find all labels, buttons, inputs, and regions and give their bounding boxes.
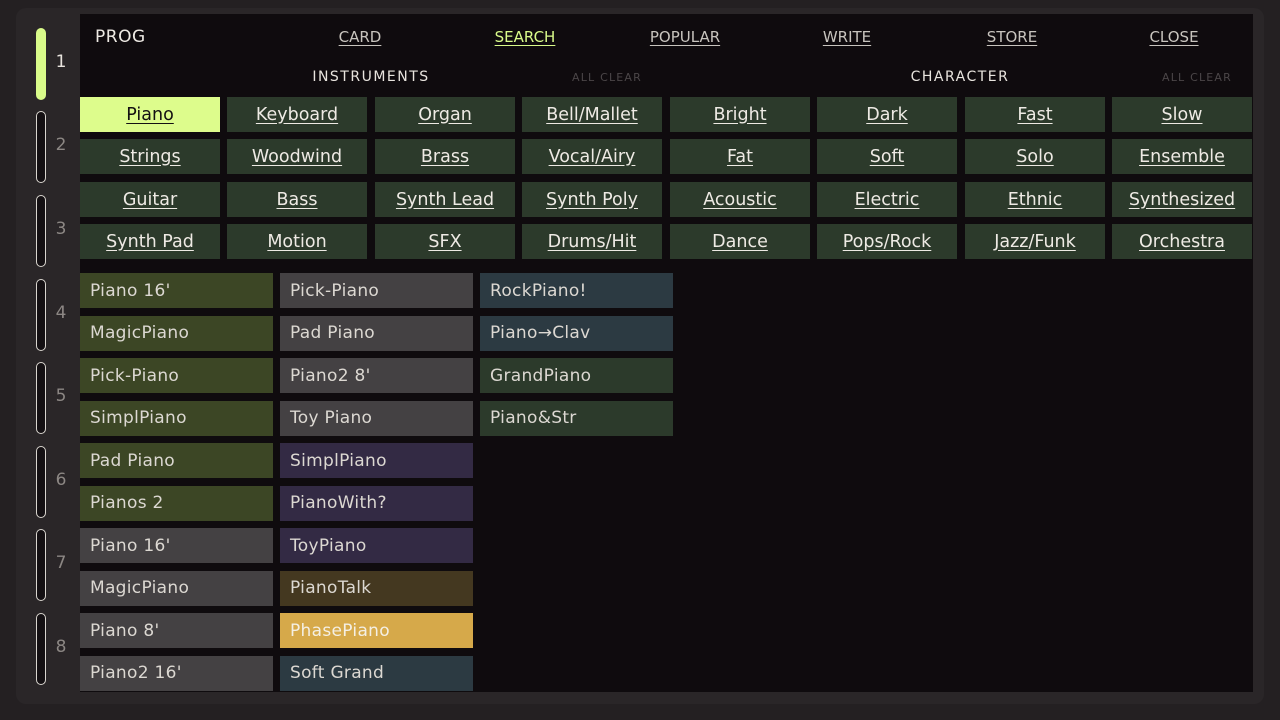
program-result-item[interactable]: Pad Piano [280, 315, 473, 351]
instrument-strings-button[interactable]: Strings [80, 139, 220, 174]
instrument-keyboard-button[interactable]: Keyboard [227, 97, 367, 132]
program-result-item[interactable]: Pad Piano [80, 443, 273, 478]
program-result-item[interactable]: Pianos 2 [80, 485, 273, 521]
program-result-item[interactable]: Piano 16' [80, 273, 273, 308]
part-7-button[interactable] [36, 529, 46, 601]
character-bright-button[interactable]: Bright [670, 97, 810, 132]
character-solo-button[interactable]: Solo [965, 139, 1105, 174]
program-result-item[interactable]: PianoTalk [280, 570, 473, 606]
character-soft-button[interactable]: Soft [817, 139, 957, 174]
program-result-item[interactable]: Toy Piano [280, 400, 473, 436]
instrument-bell-mallet-button[interactable]: Bell/Mallet [522, 97, 662, 132]
program-result-item[interactable]: SimplPiano [80, 400, 273, 436]
program-result-item[interactable]: Piano2 16' [80, 655, 273, 691]
part-4-label: 4 [55, 303, 67, 323]
instrument-synth-poly-button[interactable]: Synth Poly [522, 182, 662, 217]
program-result-item[interactable]: Soft Grand [280, 655, 473, 691]
part-5-button[interactable] [36, 362, 46, 434]
top-navigation: PROG CARD SEARCH POPULAR WRITE STORE CLOSE [80, 14, 1253, 58]
character-dance-button[interactable]: Dance [670, 224, 810, 259]
instrument-bass-button[interactable]: Bass [227, 182, 367, 217]
part-3-button[interactable] [36, 195, 46, 267]
part-1-label: 1 [55, 52, 67, 72]
part-selector: 1 2 3 4 5 6 7 8 [0, 0, 80, 720]
character-acoustic-button[interactable]: Acoustic [670, 182, 810, 217]
character-synthesized-button[interactable]: Synthesized [1112, 182, 1252, 217]
program-result-item[interactable]: Pick-Piano [80, 358, 273, 393]
nav-card-button[interactable]: CARD [339, 28, 382, 46]
program-result-item[interactable]: Piano 8' [80, 613, 273, 648]
instrument-motion-button[interactable]: Motion [227, 224, 367, 259]
character-fat-button[interactable]: Fat [670, 139, 810, 174]
instrument-piano-button[interactable]: Piano [80, 97, 220, 132]
instruments-all-clear-button[interactable]: ALL CLEAR [572, 71, 642, 84]
program-result-item[interactable]: Piano 16' [80, 528, 273, 563]
instrument-organ-button[interactable]: Organ [375, 97, 515, 132]
character-all-clear-button[interactable]: ALL CLEAR [1162, 71, 1232, 84]
character-electric-button[interactable]: Electric [817, 182, 957, 217]
character-ensemble-button[interactable]: Ensemble [1112, 139, 1252, 174]
program-result-item[interactable]: Piano&Str [480, 400, 673, 436]
program-search-screen: PROG CARD SEARCH POPULAR WRITE STORE CLOSE IN… [80, 14, 1253, 692]
program-result-item[interactable]: ToyPiano [280, 528, 473, 563]
nav-store-button[interactable]: STORE [987, 28, 1037, 46]
instrument-woodwind-button[interactable]: Woodwind [227, 139, 367, 174]
nav-search-button[interactable]: SEARCH [495, 28, 556, 46]
program-result-item[interactable]: PhasePiano [280, 613, 473, 648]
program-result-item[interactable]: SimplPiano [280, 443, 473, 478]
part-3-label: 3 [55, 219, 67, 239]
prog-title: PROG [95, 27, 146, 47]
program-result-item[interactable]: MagicPiano [80, 570, 273, 606]
character-fast-button[interactable]: Fast [965, 97, 1105, 132]
nav-popular-button[interactable]: POPULAR [650, 28, 720, 46]
instrument-guitar-button[interactable]: Guitar [80, 182, 220, 217]
character-pops-rock-button[interactable]: Pops/Rock [817, 224, 957, 259]
instruments-heading: INSTRUMENTS [312, 69, 430, 85]
character-heading: CHARACTER [910, 69, 1010, 85]
part-2-button[interactable] [36, 111, 46, 183]
instrument-sfx-button[interactable]: SFX [375, 224, 515, 259]
program-result-item[interactable]: Piano2 8' [280, 358, 473, 393]
part-7-label: 7 [55, 553, 67, 573]
character-orchestra-button[interactable]: Orchestra [1112, 224, 1252, 259]
program-result-item[interactable]: MagicPiano [80, 315, 273, 351]
part-8-label: 8 [55, 637, 67, 657]
part-2-label: 2 [55, 135, 67, 155]
part-5-label: 5 [55, 386, 67, 406]
part-6-button[interactable] [36, 446, 46, 518]
program-result-item[interactable]: Pick-Piano [280, 273, 473, 308]
part-1-button[interactable] [36, 28, 46, 100]
character-ethnic-button[interactable]: Ethnic [965, 182, 1105, 217]
instrument-vocal-airy-button[interactable]: Vocal/Airy [522, 139, 662, 174]
character-dark-button[interactable]: Dark [817, 97, 957, 132]
nav-close-button[interactable]: CLOSE [1149, 28, 1198, 46]
nav-write-button[interactable]: WRITE [823, 28, 871, 46]
part-6-label: 6 [55, 470, 67, 490]
program-result-item[interactable]: GrandPiano [480, 358, 673, 393]
program-result-item[interactable]: PianoWith? [280, 485, 473, 521]
instrument-synth-pad-button[interactable]: Synth Pad [80, 224, 220, 259]
instrument-brass-button[interactable]: Brass [375, 139, 515, 174]
instrument-drums-hit-button[interactable]: Drums/Hit [522, 224, 662, 259]
part-4-button[interactable] [36, 279, 46, 351]
program-result-item[interactable]: RockPiano! [480, 273, 673, 308]
part-8-button[interactable] [36, 613, 46, 685]
character-jazz-funk-button[interactable]: Jazz/Funk [965, 224, 1105, 259]
instrument-synth-lead-button[interactable]: Synth Lead [375, 182, 515, 217]
program-result-item[interactable]: Piano→Clav [480, 315, 673, 351]
character-slow-button[interactable]: Slow [1112, 97, 1252, 132]
